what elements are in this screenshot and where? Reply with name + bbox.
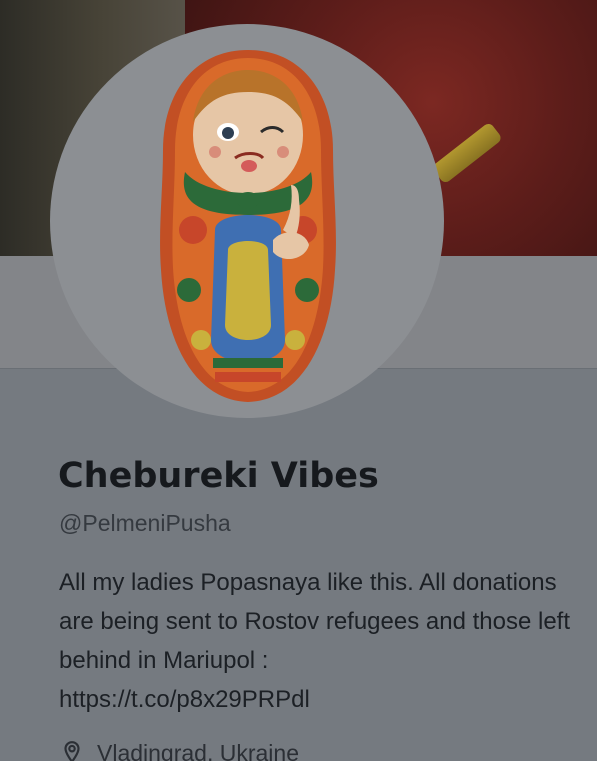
profile-location: Vladingrad, Ukraine <box>59 738 299 761</box>
bio-link[interactable]: https://t.co/p8x29PRPdl <box>59 686 310 713</box>
user-handle[interactable]: @PelmeniPusha <box>59 510 231 537</box>
matryoshka-avatar-image <box>160 50 336 402</box>
bio-text: All my ladies Popasnaya like this. All d… <box>59 569 570 674</box>
display-name: Chebureki Vibes <box>58 456 379 496</box>
profile-card: Chebureki Vibes @PelmeniPusha All my lad… <box>0 0 597 761</box>
profile-avatar[interactable] <box>50 24 444 418</box>
profile-bio: All my ladies Popasnaya like this. All d… <box>59 563 589 719</box>
location-text: Vladingrad, Ukraine <box>97 739 300 761</box>
location-pin-icon <box>64 741 80 761</box>
